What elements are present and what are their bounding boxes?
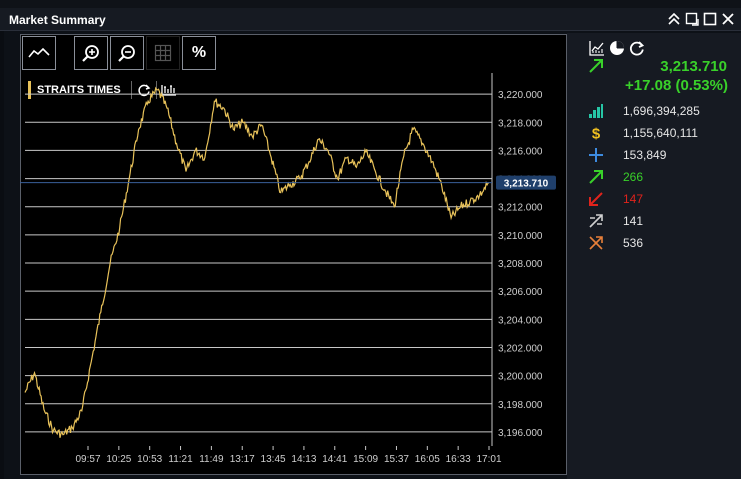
stat-value: 1,155,640,111 [623, 126, 698, 140]
x-tick-label: 09:57 [75, 454, 100, 465]
x-tick-label: 16:05 [415, 454, 440, 465]
x-tick-label: 10:53 [137, 454, 162, 465]
stat-row-volume: 1,696,394,285 [588, 102, 700, 120]
down-arrow-icon [588, 191, 604, 207]
y-tick-label: 3,216.000 [498, 146, 543, 157]
summary-panel [567, 33, 741, 479]
y-tick-label: 3,220.000 [498, 90, 543, 101]
stat-value: 153,849 [623, 148, 667, 162]
y-tick-label: 3,202.000 [498, 343, 543, 354]
y-tick-label: 3,198.000 [498, 400, 543, 411]
x-tick-label: 13:17 [230, 454, 255, 465]
dollar-icon: $ [588, 125, 604, 142]
pie-view-icon[interactable] [609, 40, 625, 56]
x-tick-label: 10:25 [106, 454, 131, 465]
x-tick-label: 11:49 [199, 454, 224, 465]
y-tick-label: 3,210.000 [498, 231, 543, 242]
chart-view-icon[interactable] [589, 40, 605, 56]
index-up-arrow-icon [588, 58, 604, 74]
stat-value: 266 [623, 170, 644, 184]
volume-bars-icon [588, 103, 604, 119]
x-tick-label: 15:37 [384, 454, 409, 465]
untraded-icon [588, 235, 604, 251]
x-tick-label: 15:09 [353, 454, 378, 465]
summary-view-icons [589, 40, 645, 56]
x-tick-label: 13:45 [261, 454, 286, 465]
refresh-summary-icon[interactable] [629, 40, 645, 56]
y-tick-label: 3,212.000 [498, 203, 543, 214]
plus-icon [588, 147, 604, 163]
stat-row-value: $ 1,155,640,111 [588, 124, 698, 142]
stat-row-unchanged: 141 [588, 212, 643, 230]
unchanged-icon [588, 213, 604, 229]
y-tick-label: 3,218.000 [498, 118, 543, 129]
y-tick-label: 3,196.000 [498, 428, 543, 439]
svg-text:$: $ [592, 126, 601, 142]
stat-row-untraded: 536 [588, 234, 643, 252]
x-tick-label: 16:33 [446, 454, 471, 465]
x-tick-label: 17:01 [476, 454, 501, 465]
y-tick-label: 3,204.000 [498, 315, 543, 326]
stat-row-advancers: 266 [588, 168, 643, 186]
stat-value: 1,696,394,285 [623, 104, 700, 118]
stat-row-trades: 153,849 [588, 146, 666, 164]
stat-value: 141 [623, 214, 644, 228]
stat-value: 536 [623, 236, 644, 250]
stat-row-decliners: 147 [588, 190, 643, 208]
stat-value: 147 [623, 192, 644, 206]
x-tick-label: 11:21 [168, 454, 193, 465]
y-tick-label: 3,208.000 [498, 259, 543, 270]
x-tick-label: 14:41 [322, 454, 347, 465]
index-change: +17.08 (0.53%) [625, 77, 728, 94]
last-price-label: 3,213.710 [504, 179, 549, 190]
up-arrow-icon [588, 169, 604, 185]
y-tick-label: 3,200.000 [498, 372, 543, 383]
index-value: 3,213.710 [660, 58, 727, 75]
y-tick-label: 3,206.000 [498, 287, 543, 298]
x-tick-label: 14:13 [291, 454, 316, 465]
